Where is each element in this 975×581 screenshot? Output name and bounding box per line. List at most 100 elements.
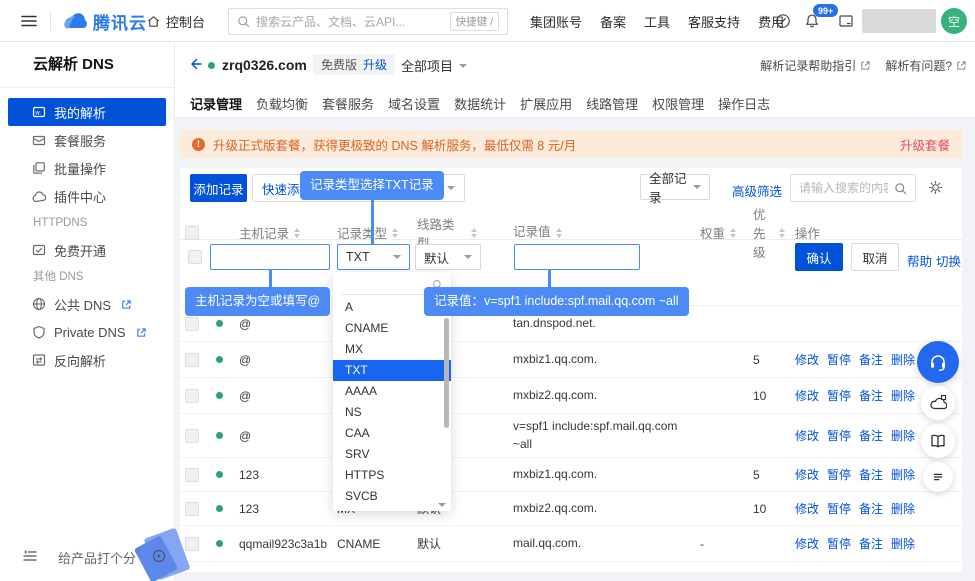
domain-selector[interactable]: zrq0326.com bbox=[208, 57, 322, 73]
gear-icon[interactable] bbox=[928, 180, 943, 195]
collapse-sidebar-icon[interactable] bbox=[22, 548, 38, 564]
help-question-link[interactable]: 解析有问题? bbox=[885, 57, 967, 74]
tab-6[interactable]: 线路管理 bbox=[586, 94, 638, 113]
line-type-select[interactable]: 默认 bbox=[415, 244, 481, 270]
op-pause-link[interactable]: 暂停 bbox=[827, 535, 851, 552]
op-remark-link[interactable]: 备注 bbox=[859, 535, 883, 552]
type-option-CAA[interactable]: CAA bbox=[333, 423, 451, 444]
host-record-input[interactable] bbox=[210, 244, 330, 270]
sidebar-item-1[interactable]: 套餐服务 bbox=[8, 126, 166, 154]
avatar[interactable]: 空 bbox=[941, 8, 967, 34]
switch-button[interactable]: 切换 bbox=[936, 251, 961, 270]
upgrade-link[interactable]: 升级 bbox=[363, 56, 387, 73]
tab-0[interactable]: 记录管理 bbox=[190, 94, 242, 113]
cloud-assistant-button[interactable] bbox=[921, 386, 955, 420]
docs-button[interactable] bbox=[921, 424, 955, 458]
hamburger-icon[interactable] bbox=[20, 12, 38, 30]
op-remark-link[interactable]: 备注 bbox=[859, 500, 883, 517]
type-option-HTTPS[interactable]: HTTPS bbox=[333, 465, 451, 486]
type-option-SVCB[interactable]: SVCB bbox=[333, 486, 451, 507]
table-search-input[interactable] bbox=[799, 181, 888, 195]
sidebar-item-5[interactable]: 免费开通 bbox=[8, 236, 166, 264]
confirm-button[interactable]: 确认 bbox=[795, 243, 843, 271]
sort-icon[interactable] bbox=[392, 228, 398, 238]
tab-7[interactable]: 权限管理 bbox=[652, 94, 704, 113]
tab-2[interactable]: 套餐服务 bbox=[322, 94, 374, 113]
play-circle-icon[interactable] bbox=[152, 549, 166, 563]
column-header-3[interactable]: 记录值 bbox=[477, 223, 692, 241]
back-arrow-icon[interactable] bbox=[187, 56, 203, 72]
op-modify-link[interactable]: 修改 bbox=[795, 535, 819, 552]
type-option-CNAME[interactable]: CNAME bbox=[333, 318, 451, 339]
add-record-button[interactable]: 添加记录 bbox=[190, 174, 247, 202]
topbar-search[interactable]: 快捷键 / bbox=[228, 8, 508, 35]
cancel-button[interactable]: 取消 bbox=[851, 243, 899, 271]
row-checkbox[interactable] bbox=[185, 353, 199, 367]
op-modify-link[interactable]: 修改 bbox=[795, 427, 819, 444]
op-remark-link[interactable]: 备注 bbox=[859, 427, 883, 444]
sort-icon[interactable] bbox=[556, 228, 562, 238]
sidebar-item-8[interactable]: Private DNS bbox=[8, 318, 166, 346]
tab-3[interactable]: 域名设置 bbox=[388, 94, 440, 113]
op-modify-link[interactable]: 修改 bbox=[795, 466, 819, 483]
sidebar-item-0[interactable]: w.我的解析 bbox=[8, 98, 166, 126]
op-modify-link[interactable]: 修改 bbox=[795, 387, 819, 404]
topbar-nav-item-3[interactable]: 客服支持 bbox=[688, 12, 740, 31]
op-delete-link[interactable]: 删除 bbox=[891, 500, 915, 517]
type-option-SRV[interactable]: SRV bbox=[333, 444, 451, 465]
tencent-cloud-logo[interactable]: 腾讯云 bbox=[60, 9, 147, 34]
tab-5[interactable]: 扩展应用 bbox=[520, 94, 572, 113]
op-delete-link[interactable]: 删除 bbox=[891, 535, 915, 552]
type-option-AAAA[interactable]: AAAA bbox=[333, 381, 451, 402]
op-pause-link[interactable]: 暂停 bbox=[827, 427, 851, 444]
rate-product-link[interactable]: 给产品打个分 bbox=[58, 548, 136, 567]
tab-8[interactable]: 操作日志 bbox=[718, 94, 770, 113]
op-delete-link[interactable]: 删除 bbox=[891, 427, 915, 444]
op-modify-link[interactable]: 修改 bbox=[795, 500, 819, 517]
op-pause-link[interactable]: 暂停 bbox=[827, 351, 851, 368]
topbar-nav-item-1[interactable]: 备案 bbox=[600, 12, 626, 31]
op-delete-link[interactable]: 删除 bbox=[891, 387, 915, 404]
op-remark-link[interactable]: 备注 bbox=[859, 387, 883, 404]
op-remark-link[interactable]: 备注 bbox=[859, 351, 883, 368]
op-pause-link[interactable]: 暂停 bbox=[827, 500, 851, 517]
table-search[interactable] bbox=[790, 174, 916, 202]
op-modify-link[interactable]: 修改 bbox=[795, 351, 819, 368]
sort-icon[interactable] bbox=[730, 228, 736, 238]
topbar-search-input[interactable] bbox=[256, 15, 444, 29]
row-checkbox[interactable] bbox=[185, 389, 199, 403]
op-delete-link[interactable]: 删除 bbox=[891, 466, 915, 483]
type-option-MX[interactable]: MX bbox=[333, 339, 451, 360]
dropdown-scrollbar[interactable] bbox=[444, 318, 449, 428]
upgrade-plan-link[interactable]: 升级套餐 bbox=[900, 135, 950, 154]
console-link[interactable]: 控制台 bbox=[146, 12, 205, 31]
topbar-nav-item-0[interactable]: 集团账号 bbox=[530, 12, 582, 31]
op-pause-link[interactable]: 暂停 bbox=[827, 387, 851, 404]
sidebar-item-7[interactable]: 公共 DNS bbox=[8, 290, 166, 318]
feedback-icon[interactable] bbox=[775, 13, 791, 29]
tab-1[interactable]: 负载均衡 bbox=[256, 94, 308, 113]
op-pause-link[interactable]: 暂停 bbox=[827, 466, 851, 483]
tab-4[interactable]: 数据统计 bbox=[454, 94, 506, 113]
record-value-input[interactable] bbox=[514, 244, 640, 270]
help-guide-link[interactable]: 解析记录帮助指引 bbox=[760, 57, 871, 74]
row-checkbox[interactable] bbox=[185, 502, 199, 516]
console-panel-icon[interactable] bbox=[838, 13, 854, 29]
help-button[interactable]: 帮助 bbox=[907, 251, 932, 270]
op-remark-link[interactable]: 备注 bbox=[859, 466, 883, 483]
customer-service-button[interactable] bbox=[917, 341, 959, 383]
sidebar-item-9[interactable]: 反向解析 bbox=[8, 346, 166, 374]
type-option-TXT[interactable]: TXT bbox=[333, 360, 451, 381]
survey-button[interactable] bbox=[923, 462, 953, 492]
sidebar-item-3[interactable]: 插件中心 bbox=[8, 182, 166, 210]
row-checkbox[interactable] bbox=[185, 429, 199, 443]
record-filter-select[interactable]: 全部记录 bbox=[640, 174, 710, 200]
sidebar-item-2[interactable]: 批量操作 bbox=[8, 154, 166, 182]
project-selector[interactable]: 全部项目 bbox=[401, 56, 467, 75]
topbar-nav-item-2[interactable]: 工具 bbox=[644, 12, 670, 31]
op-delete-link[interactable]: 删除 bbox=[891, 351, 915, 368]
advanced-filter-button[interactable]: 高级筛选 bbox=[732, 181, 782, 200]
record-type-select[interactable]: TXT bbox=[337, 244, 410, 270]
dropdown-search-input[interactable] bbox=[341, 279, 428, 291]
row-checkbox[interactable] bbox=[185, 468, 199, 482]
